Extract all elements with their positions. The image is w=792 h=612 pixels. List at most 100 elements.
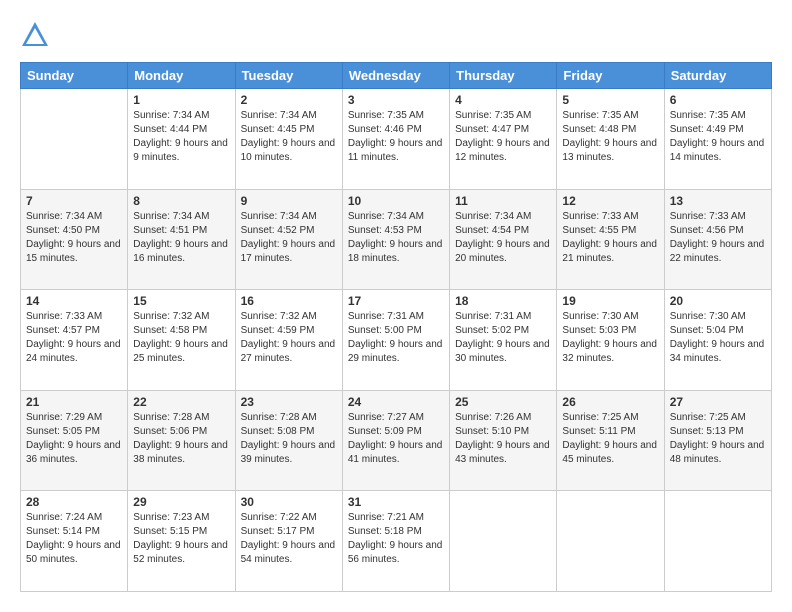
weekday-header-thursday: Thursday: [450, 63, 557, 89]
calendar-cell: 12 Sunrise: 7:33 AMSunset: 4:55 PMDayligh…: [557, 189, 664, 290]
calendar-cell: 30 Sunrise: 7:22 AMSunset: 5:17 PMDayligh…: [235, 491, 342, 592]
day-info: Sunrise: 7:32 AMSunset: 4:58 PMDaylight:…: [133, 310, 229, 366]
day-number: 31: [348, 495, 444, 509]
day-number: 12: [562, 194, 658, 208]
logo-icon: [20, 20, 50, 50]
day-info: Sunrise: 7:31 AMSunset: 5:02 PMDaylight:…: [455, 310, 551, 366]
calendar-cell: 3 Sunrise: 7:35 AMSunset: 4:46 PMDaylight…: [342, 89, 449, 190]
day-info: Sunrise: 7:34 AMSunset: 4:45 PMDaylight:…: [241, 109, 337, 165]
calendar-cell: 11Sunrise: 7:34 AMSunset: 4:54 PMDayligh…: [450, 189, 557, 290]
day-number: 20: [670, 294, 766, 308]
day-info: Sunrise: 7:30 AMSunset: 5:04 PMDaylight:…: [670, 310, 766, 366]
day-number: 13: [670, 194, 766, 208]
day-info: Sunrise: 7:23 AMSunset: 5:15 PMDaylight:…: [133, 511, 229, 567]
calendar-cell: 6 Sunrise: 7:35 AMSunset: 4:49 PMDaylight…: [664, 89, 771, 190]
calendar-cell: 14Sunrise: 7:33 AMSunset: 4:57 PMDayligh…: [21, 290, 128, 391]
day-number: 7: [26, 194, 122, 208]
weekday-header-saturday: Saturday: [664, 63, 771, 89]
calendar-cell: 15 Sunrise: 7:32 AMSunset: 4:58 PMDayligh…: [128, 290, 235, 391]
day-info: Sunrise: 7:33 AMSunset: 4:57 PMDaylight:…: [26, 310, 122, 366]
weekday-header-sunday: Sunday: [21, 63, 128, 89]
day-info: Sunrise: 7:27 AMSunset: 5:09 PMDaylight:…: [348, 411, 444, 467]
week-row-2: 7 Sunrise: 7:34 AMSunset: 4:50 PMDaylight…: [21, 189, 772, 290]
calendar-cell: 21Sunrise: 7:29 AMSunset: 5:05 PMDayligh…: [21, 390, 128, 491]
day-info: Sunrise: 7:34 AMSunset: 4:50 PMDaylight:…: [26, 210, 122, 266]
day-info: Sunrise: 7:21 AMSunset: 5:18 PMDaylight:…: [348, 511, 444, 567]
day-info: Sunrise: 7:22 AMSunset: 5:17 PMDaylight:…: [241, 511, 337, 567]
day-number: 4: [455, 93, 551, 107]
week-row-5: 28 Sunrise: 7:24 AMSunset: 5:14 PMDayligh…: [21, 491, 772, 592]
calendar-page: SundayMondayTuesdayWednesdayThursdayFrid…: [0, 0, 792, 612]
week-row-4: 21Sunrise: 7:29 AMSunset: 5:05 PMDayligh…: [21, 390, 772, 491]
day-number: 17: [348, 294, 444, 308]
day-number: 2: [241, 93, 337, 107]
day-number: 8: [133, 194, 229, 208]
calendar-cell: 10 Sunrise: 7:34 AMSunset: 4:53 PMDayligh…: [342, 189, 449, 290]
calendar-cell: 28 Sunrise: 7:24 AMSunset: 5:14 PMDayligh…: [21, 491, 128, 592]
calendar-cell: 26 Sunrise: 7:25 AMSunset: 5:11 PMDayligh…: [557, 390, 664, 491]
weekday-header-wednesday: Wednesday: [342, 63, 449, 89]
day-info: Sunrise: 7:35 AMSunset: 4:47 PMDaylight:…: [455, 109, 551, 165]
day-info: Sunrise: 7:33 AMSunset: 4:56 PMDaylight:…: [670, 210, 766, 266]
day-number: 10: [348, 194, 444, 208]
day-info: Sunrise: 7:34 AMSunset: 4:44 PMDaylight:…: [133, 109, 229, 165]
calendar-cell: 8 Sunrise: 7:34 AMSunset: 4:51 PMDaylight…: [128, 189, 235, 290]
day-number: 29: [133, 495, 229, 509]
calendar-cell: 17 Sunrise: 7:31 AMSunset: 5:00 PMDayligh…: [342, 290, 449, 391]
day-number: 26: [562, 395, 658, 409]
calendar-cell: [21, 89, 128, 190]
day-info: Sunrise: 7:34 AMSunset: 4:53 PMDaylight:…: [348, 210, 444, 266]
day-info: Sunrise: 7:34 AMSunset: 4:51 PMDaylight:…: [133, 210, 229, 266]
day-info: Sunrise: 7:35 AMSunset: 4:46 PMDaylight:…: [348, 109, 444, 165]
calendar-cell: 22 Sunrise: 7:28 AMSunset: 5:06 PMDayligh…: [128, 390, 235, 491]
calendar-cell: 4 Sunrise: 7:35 AMSunset: 4:47 PMDaylight…: [450, 89, 557, 190]
calendar-cell: 20 Sunrise: 7:30 AMSunset: 5:04 PMDayligh…: [664, 290, 771, 391]
day-info: Sunrise: 7:31 AMSunset: 5:00 PMDaylight:…: [348, 310, 444, 366]
day-info: Sunrise: 7:24 AMSunset: 5:14 PMDaylight:…: [26, 511, 122, 567]
day-number: 30: [241, 495, 337, 509]
calendar-cell: 24 Sunrise: 7:27 AMSunset: 5:09 PMDayligh…: [342, 390, 449, 491]
day-number: 1: [133, 93, 229, 107]
logo: [20, 20, 54, 50]
day-number: 24: [348, 395, 444, 409]
calendar-cell: 2 Sunrise: 7:34 AMSunset: 4:45 PMDaylight…: [235, 89, 342, 190]
weekday-header-friday: Friday: [557, 63, 664, 89]
header: [20, 20, 772, 50]
calendar-cell: 1 Sunrise: 7:34 AMSunset: 4:44 PMDaylight…: [128, 89, 235, 190]
day-number: 21: [26, 395, 122, 409]
day-info: Sunrise: 7:25 AMSunset: 5:11 PMDaylight:…: [562, 411, 658, 467]
day-info: Sunrise: 7:28 AMSunset: 5:08 PMDaylight:…: [241, 411, 337, 467]
day-info: Sunrise: 7:26 AMSunset: 5:10 PMDaylight:…: [455, 411, 551, 467]
day-number: 18: [455, 294, 551, 308]
day-number: 3: [348, 93, 444, 107]
calendar-cell: 29 Sunrise: 7:23 AMSunset: 5:15 PMDayligh…: [128, 491, 235, 592]
day-info: Sunrise: 7:28 AMSunset: 5:06 PMDaylight:…: [133, 411, 229, 467]
calendar-cell: 25 Sunrise: 7:26 AMSunset: 5:10 PMDayligh…: [450, 390, 557, 491]
calendar-cell: 19Sunrise: 7:30 AMSunset: 5:03 PMDayligh…: [557, 290, 664, 391]
week-row-3: 14Sunrise: 7:33 AMSunset: 4:57 PMDayligh…: [21, 290, 772, 391]
calendar-table: SundayMondayTuesdayWednesdayThursdayFrid…: [20, 62, 772, 592]
day-number: 15: [133, 294, 229, 308]
calendar-cell: 5Sunrise: 7:35 AMSunset: 4:48 PMDaylight…: [557, 89, 664, 190]
weekday-header-monday: Monday: [128, 63, 235, 89]
calendar-cell: 31 Sunrise: 7:21 AMSunset: 5:18 PMDayligh…: [342, 491, 449, 592]
day-number: 28: [26, 495, 122, 509]
day-info: Sunrise: 7:32 AMSunset: 4:59 PMDaylight:…: [241, 310, 337, 366]
calendar-cell: [450, 491, 557, 592]
day-info: Sunrise: 7:34 AMSunset: 4:52 PMDaylight:…: [241, 210, 337, 266]
calendar-cell: 16Sunrise: 7:32 AMSunset: 4:59 PMDayligh…: [235, 290, 342, 391]
calendar-cell: [557, 491, 664, 592]
weekday-header-row: SundayMondayTuesdayWednesdayThursdayFrid…: [21, 63, 772, 89]
day-number: 23: [241, 395, 337, 409]
day-number: 6: [670, 93, 766, 107]
day-number: 5: [562, 93, 658, 107]
day-number: 25: [455, 395, 551, 409]
day-number: 19: [562, 294, 658, 308]
day-number: 22: [133, 395, 229, 409]
day-info: Sunrise: 7:25 AMSunset: 5:13 PMDaylight:…: [670, 411, 766, 467]
week-row-1: 1 Sunrise: 7:34 AMSunset: 4:44 PMDaylight…: [21, 89, 772, 190]
calendar-cell: 9Sunrise: 7:34 AMSunset: 4:52 PMDaylight…: [235, 189, 342, 290]
day-info: Sunrise: 7:35 AMSunset: 4:49 PMDaylight:…: [670, 109, 766, 165]
day-number: 11: [455, 194, 551, 208]
day-info: Sunrise: 7:33 AMSunset: 4:55 PMDaylight:…: [562, 210, 658, 266]
